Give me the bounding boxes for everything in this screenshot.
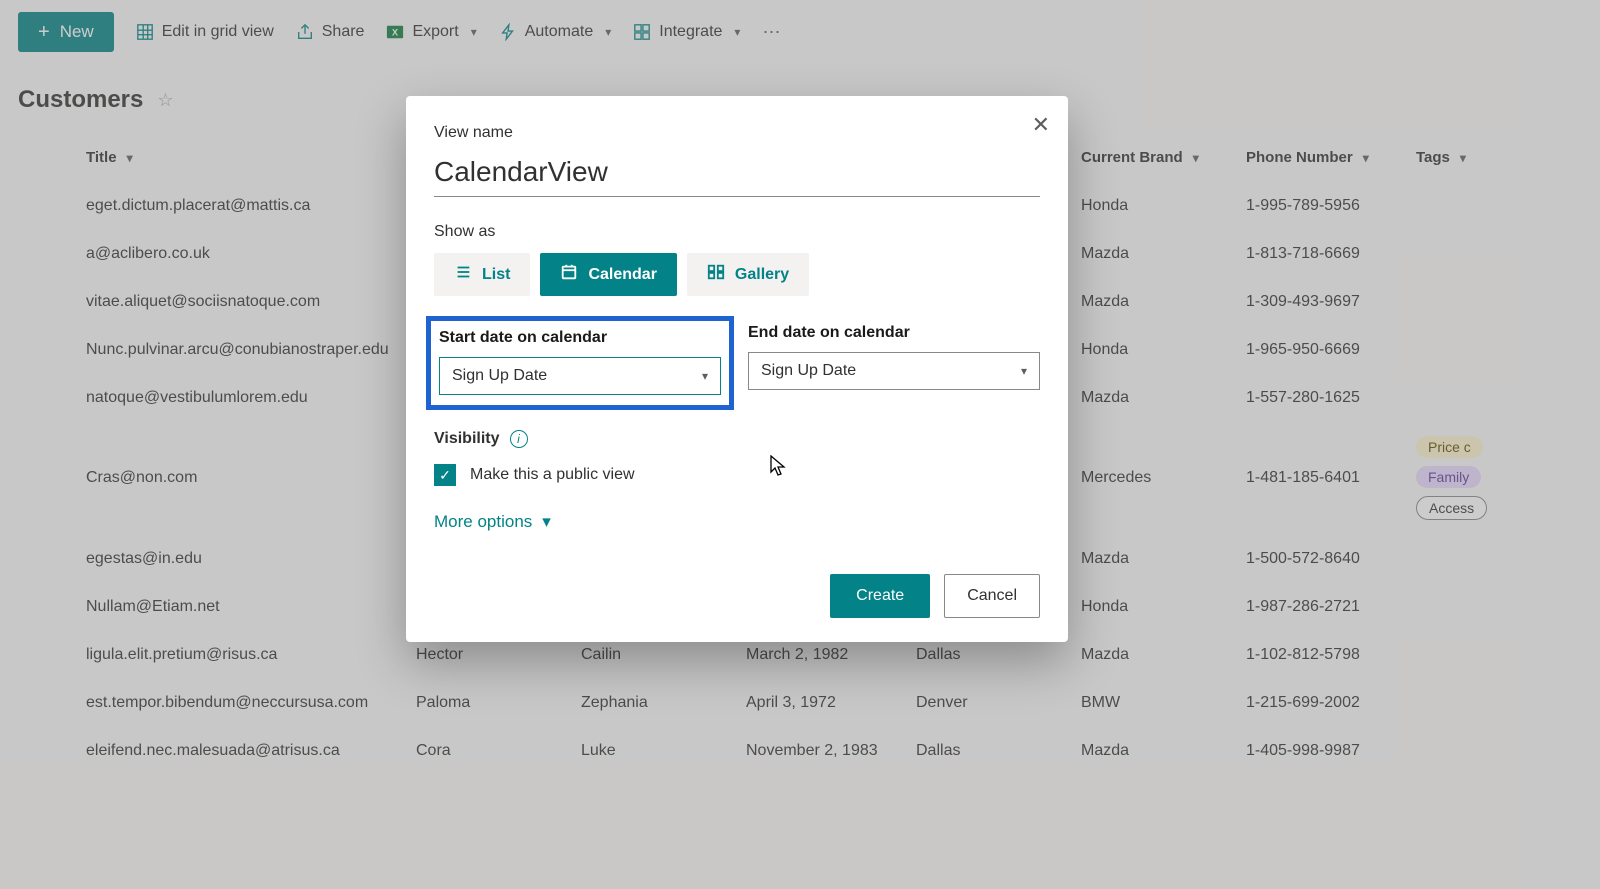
show-as-segment: List Calendar Gallery — [434, 253, 1040, 296]
public-view-label: Make this a public view — [470, 466, 635, 484]
chevron-down-icon: ▾ — [542, 512, 551, 532]
cancel-button[interactable]: Cancel — [944, 574, 1040, 618]
chevron-down-icon: ▾ — [702, 369, 708, 383]
end-date-label: End date on calendar — [748, 324, 1040, 342]
check-icon: ✓ — [439, 467, 451, 484]
gallery-icon — [707, 263, 725, 286]
seg-calendar-label: Calendar — [588, 266, 656, 284]
seg-list[interactable]: List — [434, 253, 530, 296]
close-button[interactable]: ✕ — [1032, 112, 1050, 138]
close-icon: ✕ — [1032, 112, 1050, 137]
view-name-input[interactable] — [434, 152, 1040, 197]
info-icon[interactable]: i — [510, 430, 528, 448]
end-date-value: Sign Up Date — [761, 362, 856, 380]
seg-calendar[interactable]: Calendar — [540, 253, 676, 296]
seg-list-label: List — [482, 266, 510, 284]
start-date-value: Sign Up Date — [452, 367, 547, 385]
create-view-dialog: ✕ View name Show as List Calendar Galler… — [406, 96, 1068, 642]
start-date-select[interactable]: Sign Up Date ▾ — [439, 357, 721, 395]
seg-gallery-label: Gallery — [735, 266, 789, 284]
start-date-highlight: Start date on calendar Sign Up Date ▾ — [426, 316, 734, 410]
end-date-select[interactable]: Sign Up Date ▾ — [748, 352, 1040, 390]
chevron-down-icon: ▾ — [1021, 364, 1027, 378]
visibility-label: Visibility — [434, 430, 500, 448]
start-date-label: Start date on calendar — [439, 329, 721, 347]
calendar-icon — [560, 263, 578, 286]
public-view-checkbox[interactable]: ✓ — [434, 464, 456, 486]
seg-gallery[interactable]: Gallery — [687, 253, 809, 296]
create-button[interactable]: Create — [830, 574, 930, 618]
list-icon — [454, 263, 472, 286]
more-options-toggle[interactable]: More options ▾ — [434, 512, 1040, 532]
view-name-label: View name — [434, 124, 1040, 142]
show-as-label: Show as — [434, 223, 1040, 241]
more-options-label: More options — [434, 512, 532, 532]
